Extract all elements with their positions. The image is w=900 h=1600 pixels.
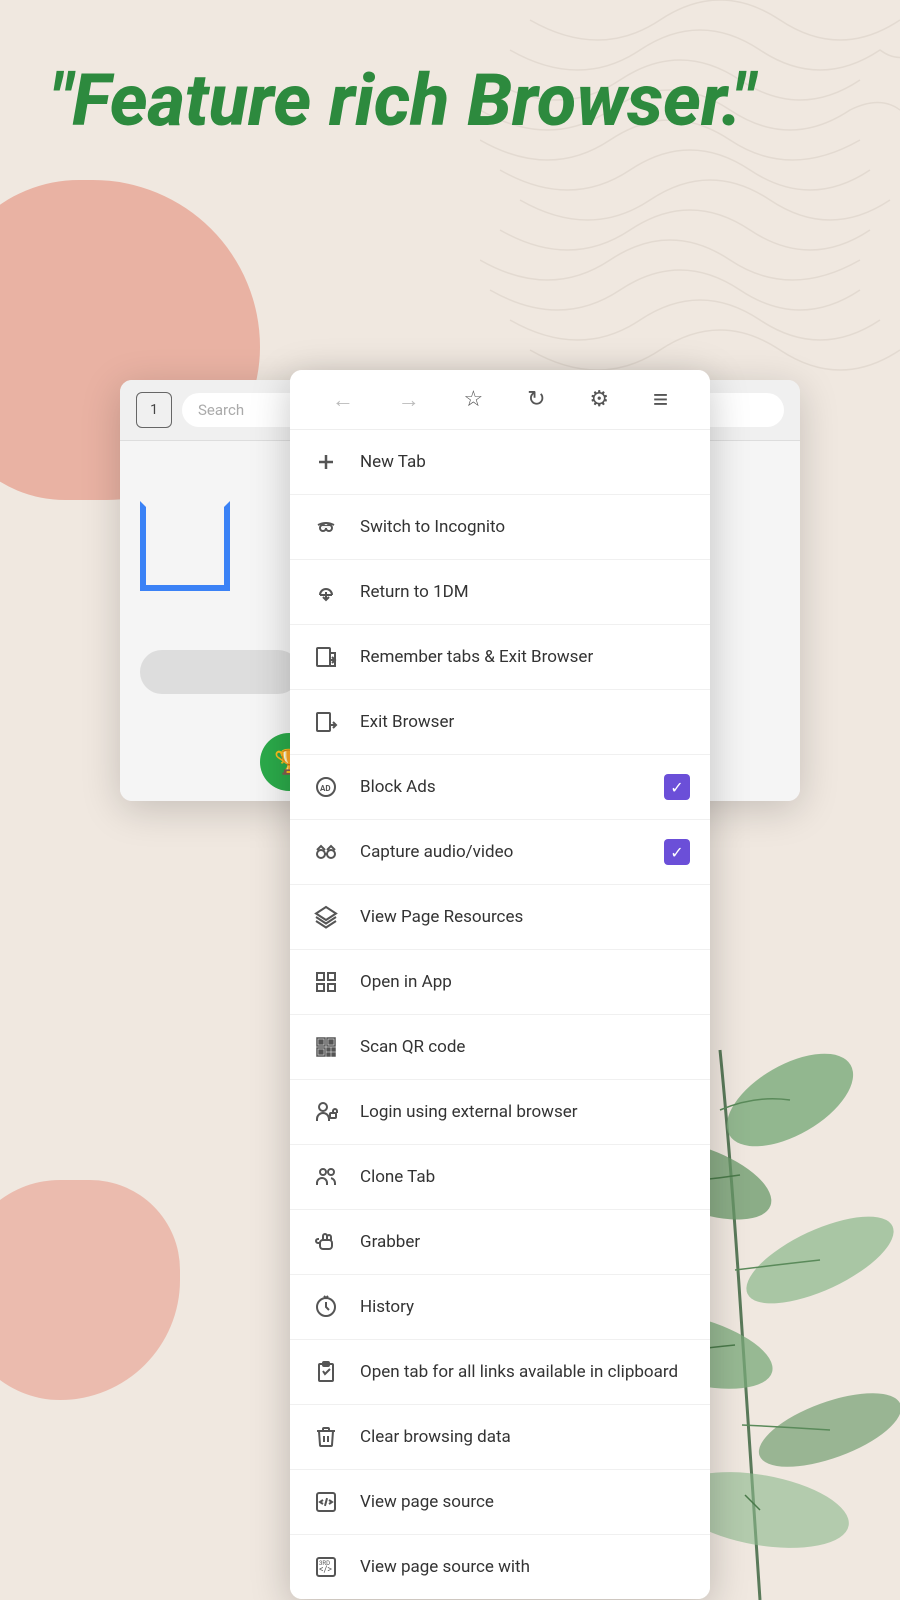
menu-item-exit-browser[interactable]: Exit Browser <box>290 690 710 755</box>
menu-item-clear-data[interactable]: Clear browsing data <box>290 1405 710 1470</box>
bookmark-button[interactable]: ☆ <box>464 387 484 412</box>
menu-item-return-1dm[interactable]: Return to 1DM <box>290 560 710 625</box>
exit-browser-label: Exit Browser <box>360 711 690 733</box>
menu-item-block-ads[interactable]: AD Block Ads ✓ <box>290 755 710 820</box>
block-ads-label: Block Ads <box>360 776 646 798</box>
history-label: History <box>360 1296 690 1318</box>
menu-item-scan-qr[interactable]: Scan QR code <box>290 1015 710 1080</box>
tab-indicator: 1 <box>136 392 172 428</box>
clone-tab-icon <box>310 1161 342 1193</box>
block-ads-checkbox[interactable]: ✓ <box>664 774 690 800</box>
main-content: "Feature rich Browser." <box>0 0 900 143</box>
menu-item-new-tab[interactable]: New Tab <box>290 430 710 495</box>
incognito-label: Switch to Incognito <box>360 516 690 538</box>
exit-browser-icon <box>310 706 342 738</box>
dropdown-menu: ← → ☆ ↻ ⚙ ≡ New Tab Switch to Incognito Re… <box>290 370 710 1599</box>
back-button[interactable]: ← <box>332 387 354 413</box>
history-icon <box>310 1291 342 1323</box>
capture-av-checkbox[interactable]: ✓ <box>664 839 690 865</box>
menu-item-open-clipboard[interactable]: Open tab for all links available in clip… <box>290 1340 710 1405</box>
clone-tab-label: Clone Tab <box>360 1166 690 1188</box>
new-tab-label: New Tab <box>360 451 690 473</box>
view-source-label: View page source <box>360 1491 690 1513</box>
dropdown-navbar: ← → ☆ ↻ ⚙ ≡ <box>290 370 710 430</box>
open-in-app-icon <box>310 966 342 998</box>
open-clipboard-icon <box>310 1356 342 1388</box>
incognito-icon <box>310 511 342 543</box>
open-in-app-label: Open in App <box>360 971 690 993</box>
scan-qr-icon <box>310 1031 342 1063</box>
menu-item-history[interactable]: History <box>290 1275 710 1340</box>
grabber-label: Grabber <box>360 1231 690 1253</box>
menu-item-open-in-app[interactable]: Open in App <box>290 950 710 1015</box>
block-ads-icon: AD <box>310 771 342 803</box>
view-resources-label: View Page Resources <box>360 906 690 928</box>
new-tab-icon <box>310 446 342 478</box>
menu-item-capture-av[interactable]: Capture audio/video ✓ <box>290 820 710 885</box>
clear-data-label: Clear browsing data <box>360 1426 690 1448</box>
clear-data-icon <box>310 1421 342 1453</box>
menu-item-view-source[interactable]: View page source <box>290 1470 710 1535</box>
login-external-label: Login using external browser <box>360 1101 690 1123</box>
blob-decoration-bottom <box>0 1180 180 1400</box>
grabber-icon <box>310 1226 342 1258</box>
menu-item-clone-tab[interactable]: Clone Tab <box>290 1145 710 1210</box>
capture-av-label: Capture audio/video <box>360 841 646 863</box>
capture-av-icon <box>310 836 342 868</box>
headline: "Feature rich Browser." <box>50 60 850 143</box>
forward-button[interactable]: → <box>398 387 420 413</box>
svg-text:AD: AD <box>320 784 331 793</box>
menu-items-list: New Tab Switch to Incognito Return to 1DM R… <box>290 430 710 1599</box>
return-1dm-label: Return to 1DM <box>360 581 690 603</box>
login-external-icon <box>310 1096 342 1128</box>
menu-item-grabber[interactable]: Grabber <box>290 1210 710 1275</box>
menu-item-view-source-with[interactable]: </>3RD View page source with <box>290 1535 710 1599</box>
settings-button[interactable]: ⚙ <box>589 387 609 412</box>
refresh-button[interactable]: ↻ <box>527 387 545 412</box>
view-source-icon <box>310 1486 342 1518</box>
view-resources-icon <box>310 901 342 933</box>
menu-item-incognito[interactable]: Switch to Incognito <box>290 495 710 560</box>
view-source-with-icon: </>3RD <box>310 1551 342 1583</box>
open-clipboard-label: Open tab for all links available in clip… <box>360 1361 690 1383</box>
more-button[interactable]: ≡ <box>653 384 668 415</box>
svg-text:3RD: 3RD <box>319 1560 330 1567</box>
return-1dm-icon <box>310 576 342 608</box>
remember-tabs-label: Remember tabs & Exit Browser <box>360 646 690 668</box>
menu-item-login-external[interactable]: Login using external browser <box>290 1080 710 1145</box>
scan-qr-label: Scan QR code <box>360 1036 690 1058</box>
menu-item-remember-tabs[interactable]: Remember tabs & Exit Browser <box>290 625 710 690</box>
menu-item-view-resources[interactable]: View Page Resources <box>290 885 710 950</box>
pill-element <box>140 650 300 694</box>
remember-tabs-icon <box>310 641 342 673</box>
loading-circle <box>140 501 230 591</box>
view-source-with-label: View page source with <box>360 1556 690 1578</box>
